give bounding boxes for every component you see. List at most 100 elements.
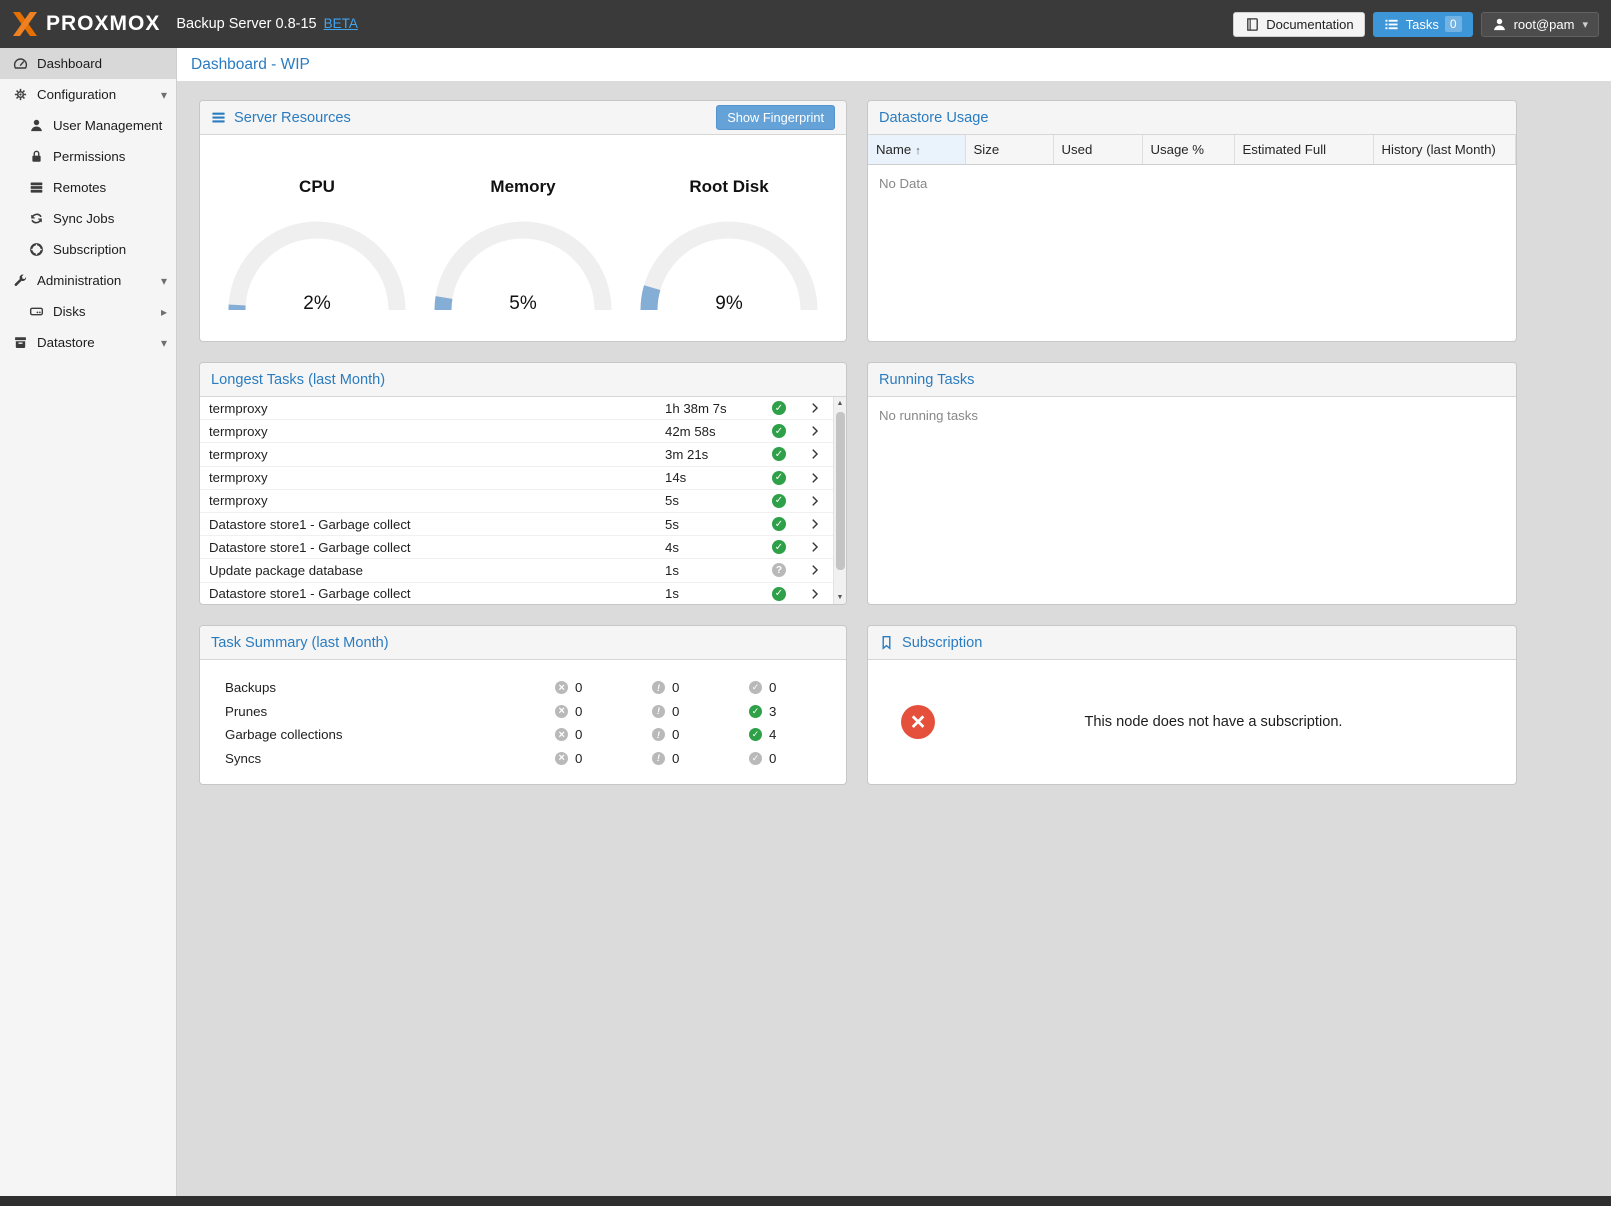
proxmox-x-icon [12,11,38,37]
beta-link[interactable]: BETA [324,16,358,31]
task-row[interactable]: Datastore store1 - Garbage collect 5s [200,513,833,536]
app-version: Backup Server 0.8-15 [176,16,316,32]
cpu-percent: 2% [222,293,412,315]
chevron-right-icon[interactable] [809,425,821,437]
chevron-right-icon[interactable] [809,472,821,484]
warning-count-icon [652,705,665,718]
caret-down-icon[interactable]: ▾ [161,336,167,350]
column-header-size[interactable]: Size [965,135,1053,164]
task-row[interactable]: termproxy 3m 21s [200,443,833,466]
task-row[interactable]: termproxy 5s [200,490,833,513]
gauge-memory: Memory 5% [428,177,618,317]
proxmox-logo: PROXMOX [12,11,160,37]
sync-icon [28,211,44,227]
sidebar-item-dashboard[interactable]: Dashboard [0,48,176,79]
task-status-icon [772,563,786,577]
main-area: Dashboard - WIP Server Resources Show Fi… [177,48,1611,1196]
documentation-button[interactable]: Documentation [1233,12,1364,37]
column-header-estimated-full[interactable]: Estimated Full [1234,135,1373,164]
task-summary-row-backups[interactable]: Backups 0 0 0 [200,676,846,700]
gauge-cpu: CPU 2% [222,177,412,317]
warning-count-icon [652,681,665,694]
no-data-text: No Data [868,165,1516,202]
app-title: Backup Server 0.8-15 BETA [176,16,358,32]
warning-count-icon [652,752,665,765]
sidebar-item-sync-jobs[interactable]: Sync Jobs [0,203,176,234]
task-list-icon [1384,16,1400,32]
user-menu-button[interactable]: root@pam ▾ [1481,12,1599,37]
column-header-history[interactable]: History (last Month) [1373,135,1516,164]
task-status-icon [772,587,786,601]
panel-longest-tasks: Longest Tasks (last Month) termproxy 1h … [199,362,847,605]
column-header-name[interactable]: Name↑ [868,135,965,164]
task-status-icon [772,494,786,508]
chevron-right-icon[interactable] [809,541,821,553]
lock-icon [28,149,44,165]
task-row[interactable]: Update package database 1s [200,559,833,582]
sidebar-item-disks[interactable]: Disks ▸ [0,296,176,327]
ok-count-icon [749,705,762,718]
panel-server-resources: Server Resources Show Fingerprint CPU [199,100,847,342]
chevron-right-icon[interactable] [809,588,821,600]
scroll-down-icon[interactable]: ▼ [834,591,847,604]
task-row[interactable]: termproxy 1h 38m 7s [200,397,833,420]
gears-icon [12,87,28,103]
user-icon [28,118,44,134]
subscription-message: This node does not have a subscription. [935,714,1492,730]
bottom-bar [0,1196,1611,1206]
scrollbar[interactable]: ▲ ▼ [833,397,846,604]
sidebar-item-user-management[interactable]: User Management [0,110,176,141]
tasks-button[interactable]: Tasks 0 [1373,12,1473,37]
task-summary-row-garbage-collections[interactable]: Garbage collections 0 0 4 [200,723,846,747]
task-status-icon [772,424,786,438]
chevron-right-icon[interactable] [809,448,821,460]
panel-subscription: Subscription × This node does not have a… [867,625,1517,785]
chevron-right-icon[interactable] [809,402,821,414]
subscription-header: Subscription [868,626,1516,660]
chevron-right-icon[interactable] [809,518,821,530]
caret-down-icon: ▾ [1582,18,1588,31]
scroll-up-icon[interactable]: ▲ [834,397,847,410]
task-summary-row-syncs[interactable]: Syncs 0 0 0 [200,747,846,771]
root-disk-percent: 9% [634,293,824,315]
sidebar-item-subscription[interactable]: Subscription [0,234,176,265]
task-row[interactable]: Datastore store1 - Garbage collect 4s [200,536,833,559]
task-row[interactable]: termproxy 14s [200,467,833,490]
tasks-count-badge: 0 [1445,16,1462,32]
user-icon [1492,16,1508,32]
task-status-icon [772,517,786,531]
ok-count-icon [749,728,762,741]
caret-down-icon[interactable]: ▾ [161,274,167,288]
chevron-right-icon[interactable] [809,495,821,507]
server-stack-icon [28,180,44,196]
gauge-root-disk: Root Disk 9% [634,177,824,317]
sidebar-item-datastore[interactable]: Datastore ▾ [0,327,176,358]
task-summary-row-prunes[interactable]: Prunes 0 0 3 [200,700,846,724]
page-header: Dashboard - WIP [177,48,1611,81]
life-ring-icon [28,242,44,258]
task-row[interactable]: termproxy 42m 58s [200,420,833,443]
task-status-icon [772,540,786,554]
task-status-icon [772,471,786,485]
caret-right-icon[interactable]: ▸ [161,305,167,319]
sidebar-item-remotes[interactable]: Remotes [0,172,176,203]
server-resources-header: Server Resources Show Fingerprint [200,101,846,135]
page-title: Dashboard - WIP [191,56,310,74]
task-status-icon [772,401,786,415]
no-subscription-icon: × [901,705,935,739]
scrollbar-thumb[interactable] [836,412,845,570]
sidebar-item-configuration[interactable]: Configuration ▾ [0,79,176,110]
sidebar-item-administration[interactable]: Administration ▾ [0,265,176,296]
chevron-right-icon[interactable] [809,564,821,576]
column-header-usage-pct[interactable]: Usage % [1142,135,1234,164]
task-row[interactable]: Datastore store1 - Garbage collect 1s [200,583,833,606]
task-status-icon [772,447,786,461]
caret-down-icon[interactable]: ▾ [161,88,167,102]
column-header-used[interactable]: Used [1053,135,1142,164]
datastore-usage-header: Datastore Usage [868,101,1516,135]
show-fingerprint-button[interactable]: Show Fingerprint [716,105,835,130]
sidebar-item-permissions[interactable]: Permissions [0,141,176,172]
error-count-icon [555,728,568,741]
hdd-icon [28,304,44,320]
dashboard-content: Server Resources Show Fingerprint CPU [177,81,1611,1196]
